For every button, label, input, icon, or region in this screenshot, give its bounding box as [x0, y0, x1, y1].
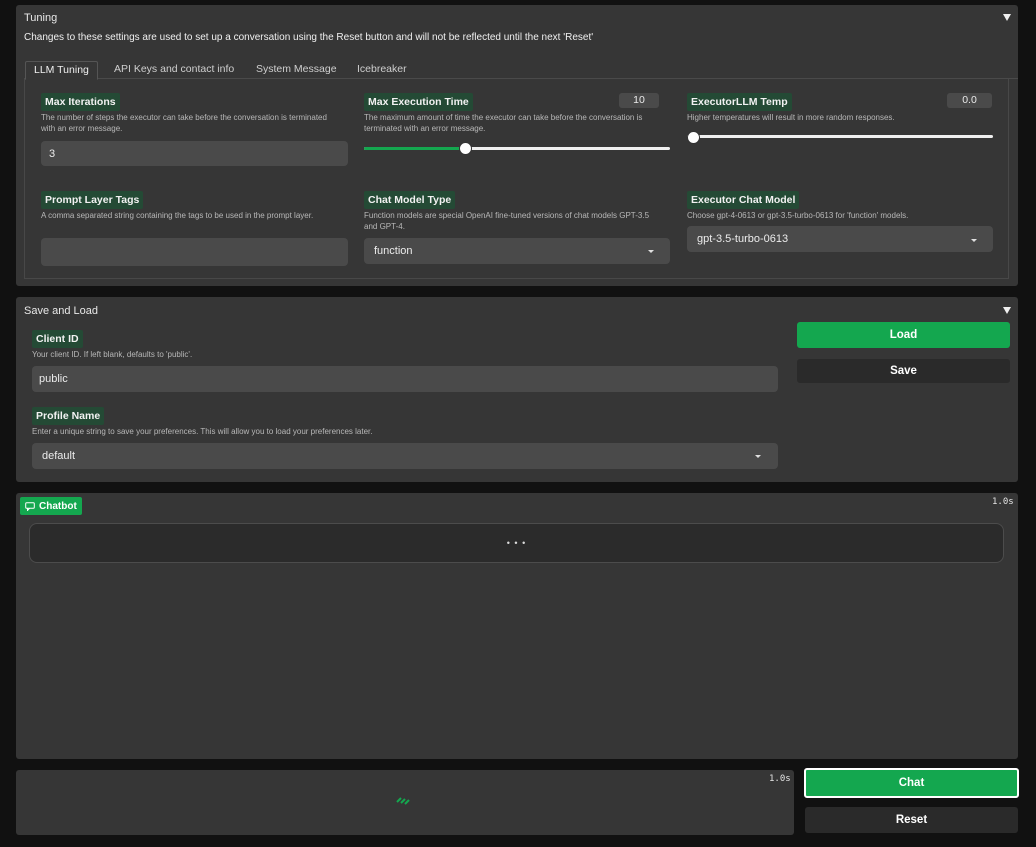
save-button[interactable]: Save	[797, 359, 1010, 383]
tuning-collapse-icon[interactable]	[1003, 14, 1011, 21]
chevron-down-icon[interactable]	[648, 250, 654, 253]
executor-temp-description: Higher temperatures will result in more …	[687, 113, 895, 122]
executor-chat-model-select[interactable]: gpt-3.5-turbo-0613	[687, 226, 993, 252]
pending-message-bubble: • • •	[29, 523, 1004, 563]
profile-name-select[interactable]: default	[32, 443, 778, 469]
executor-chat-model-value: gpt-3.5-turbo-0613	[697, 233, 789, 245]
tuning-title: Tuning	[24, 12, 58, 24]
input-timer: 1.0s	[769, 774, 791, 784]
executor-temp-track	[687, 135, 993, 138]
chatbot-badge: Chatbot	[20, 497, 82, 515]
chatbot-label: Chatbot	[39, 500, 77, 512]
max-execution-time-slider[interactable]	[459, 142, 472, 155]
chat-button[interactable]: Chat	[804, 768, 1019, 798]
executor-temp-number[interactable]: 0.0	[947, 93, 992, 108]
max-execution-time-fill	[364, 147, 465, 150]
profile-name-description: Enter a unique string to save your prefe…	[32, 427, 373, 436]
tab-llm-tuning[interactable]: LLM Tuning	[25, 61, 98, 80]
prompt-layer-tags-description: A comma separated string containing the …	[41, 211, 314, 220]
executor-chat-model-label: Executor Chat Model	[687, 191, 800, 209]
prompt-layer-tags-input[interactable]	[41, 238, 348, 266]
max-iterations-label: Max Iterations	[41, 93, 120, 111]
chat-model-type-label: Chat Model Type	[364, 191, 456, 209]
chat-bubble-icon	[25, 501, 35, 511]
chat-model-type-description: Function models are special OpenAI fine-…	[364, 211, 650, 231]
loading-spinner-icon	[396, 797, 410, 805]
max-execution-time-number[interactable]: 10	[619, 93, 659, 108]
prompt-layer-tags-label: Prompt Layer Tags	[41, 191, 144, 209]
tab-icebreaker[interactable]: Icebreaker	[357, 61, 407, 78]
save-load-collapse-icon[interactable]	[1003, 307, 1011, 314]
client-id-input[interactable]: public	[32, 366, 778, 392]
executor-temp-label: ExecutorLLM Temp	[687, 93, 792, 111]
typing-indicator: • • •	[506, 538, 527, 548]
max-execution-time-label: Max Execution Time	[364, 93, 473, 111]
chat-model-type-value: function	[374, 245, 413, 257]
profile-name-label: Profile Name	[32, 407, 105, 425]
max-iterations-input[interactable]: 3	[41, 141, 348, 166]
reset-button[interactable]: Reset	[805, 807, 1018, 833]
load-button[interactable]: Load	[797, 322, 1010, 348]
client-id-description: Your client ID. If left blank, defaults …	[32, 350, 193, 359]
max-iterations-value: 3	[49, 147, 56, 160]
chevron-down-icon[interactable]	[755, 455, 761, 458]
executor-chat-model-description: Choose gpt-4-0613 or gpt-3.5-turbo-0613 …	[687, 211, 909, 220]
tab-system-message[interactable]: System Message	[256, 61, 337, 78]
save-load-title: Save and Load	[24, 305, 99, 317]
chevron-down-icon[interactable]	[971, 239, 977, 242]
profile-name-value: default	[42, 450, 76, 462]
client-id-label: Client ID	[32, 330, 83, 348]
chat-model-type-select[interactable]: function	[364, 238, 670, 264]
tab-api-keys[interactable]: API Keys and contact info	[114, 61, 234, 78]
executor-temp-slider[interactable]	[687, 131, 700, 144]
max-execution-time-description: The maximum amount of time the executor …	[364, 113, 643, 133]
max-iterations-description: The number of steps the executor can tak…	[41, 113, 327, 133]
client-id-value: public	[39, 373, 68, 385]
tuning-subtitle: Changes to these settings are used to se…	[24, 32, 594, 43]
chatbot-timer: 1.0s	[992, 497, 1014, 507]
